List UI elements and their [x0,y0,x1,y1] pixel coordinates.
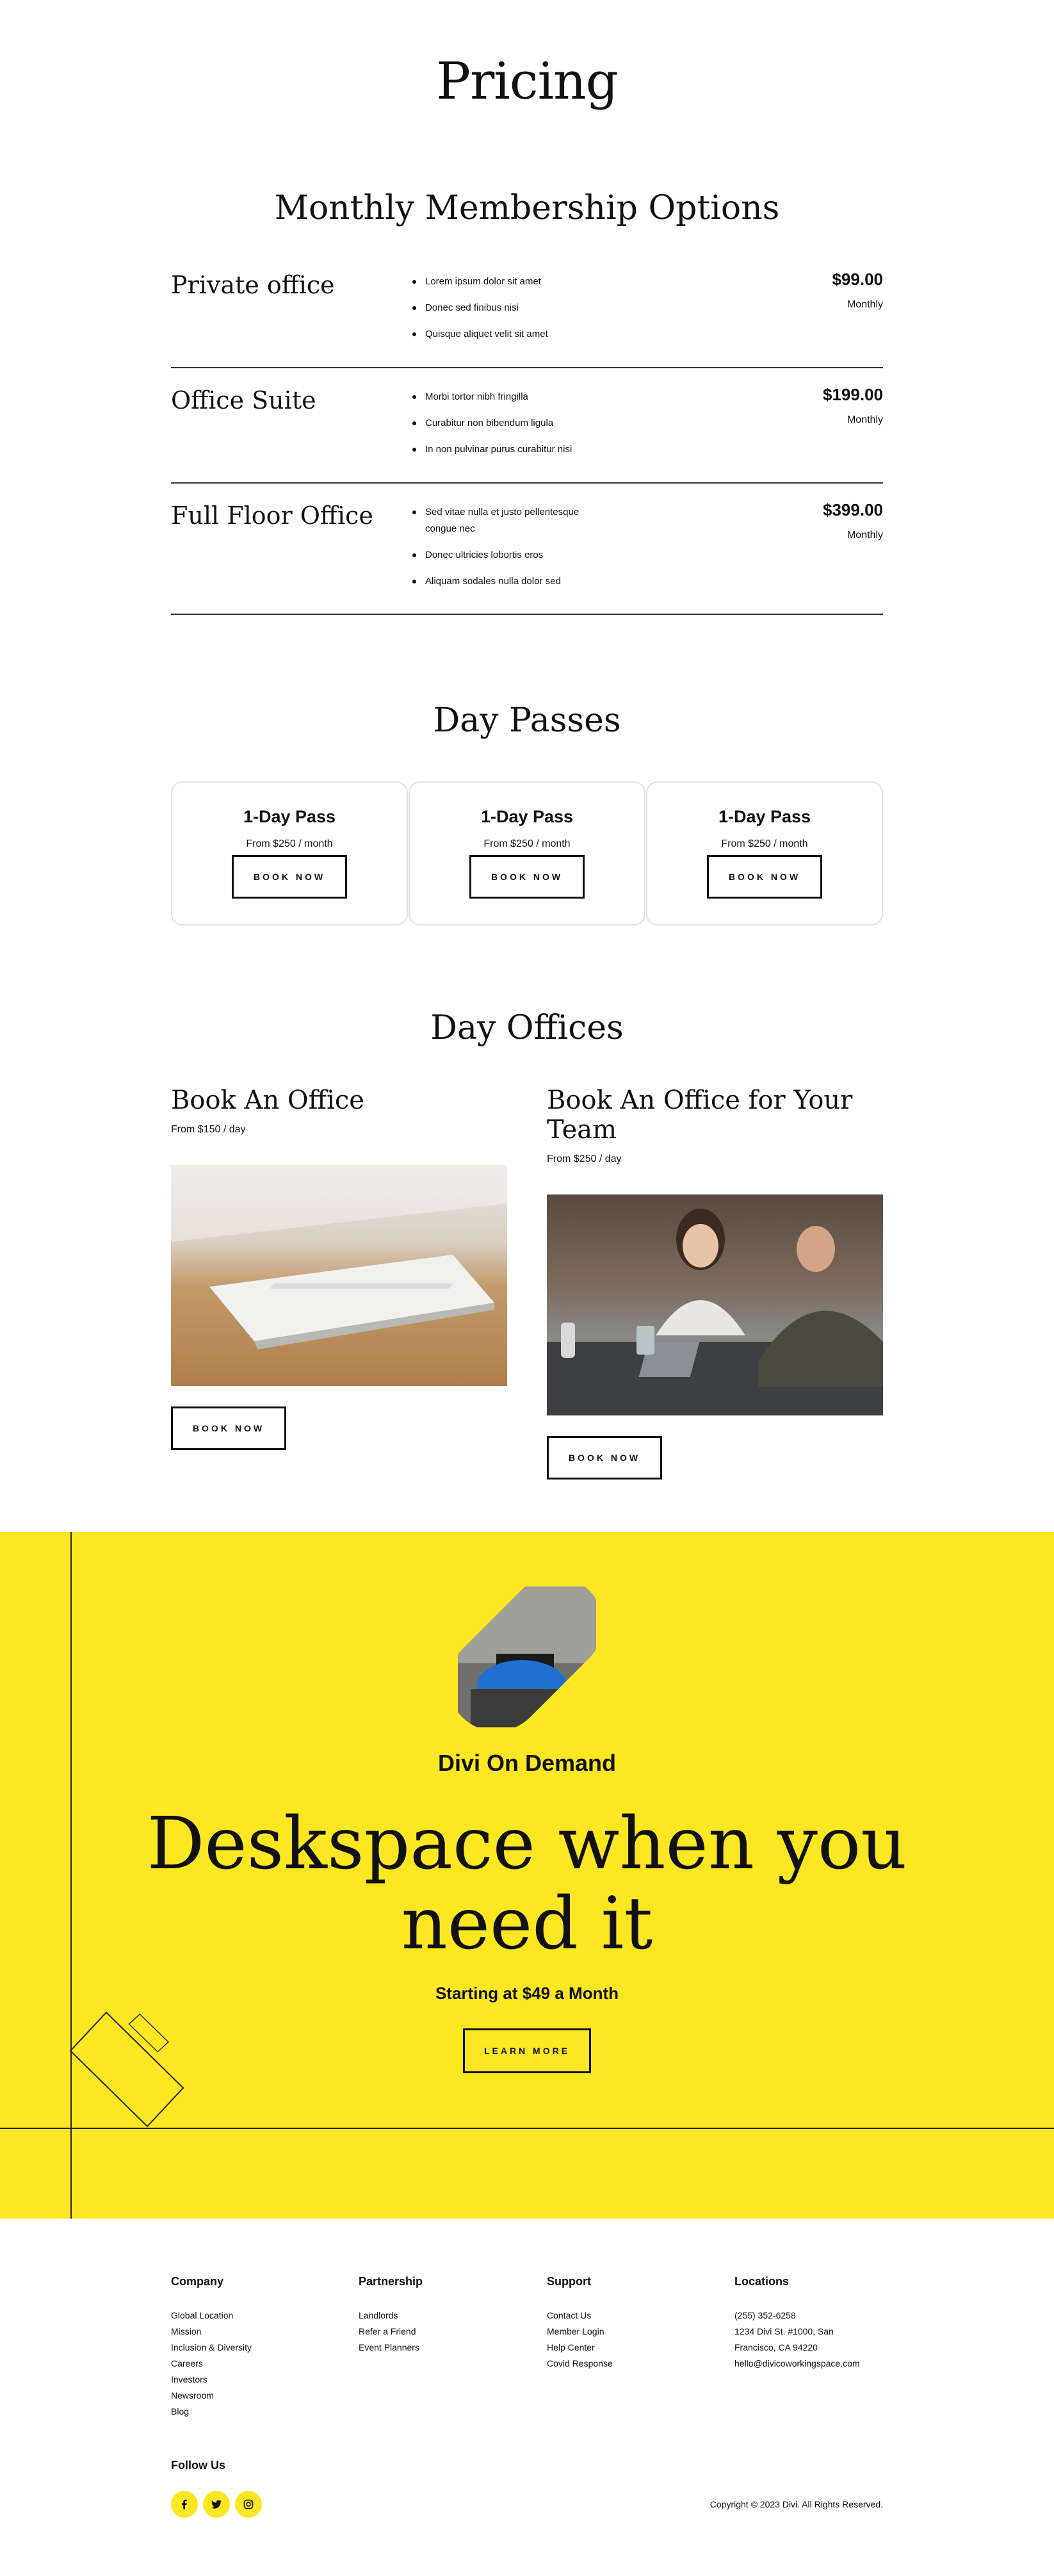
footer-heading: Locations [734,2275,790,2288]
office-price: From $250 / day [547,1153,622,1164]
plan-feature: Lorem ipsum dolor sit amet [411,273,603,290]
book-now-button[interactable]: BOOK NOW [469,855,585,899]
pass-card: 1-Day Pass From $250 / month BOOK NOW [409,781,645,925]
pass-card: 1-Day Pass From $250 / month BOOK NOW [171,781,408,925]
hero-subtitle: Divi On Demand [437,1750,617,1776]
day-passes: 1-Day Pass From $250 / month BOOK NOW 1-… [171,781,883,925]
membership-row: Full Floor Office Sed vitae nulla et jus… [171,484,883,615]
footer: Company Global Location Mission Inclusio… [0,2219,1054,2576]
team-meeting-photo [547,1194,883,1415]
book-now-button[interactable]: BOOK NOW [232,855,347,899]
book-now-button[interactable]: BOOK NOW [547,1436,662,1480]
book-now-button[interactable]: BOOK NOW [171,1406,286,1450]
pass-name: 1-Day Pass [480,807,574,826]
footer-link[interactable]: Inclusion & Diversity [171,2340,337,2356]
plan-period: Monthly [847,414,883,425]
footer-heading: Company [171,2275,224,2288]
plan-feature: In non pulvinar purus curabitur nisi [411,441,603,458]
address-line: Francisco, CA 94220 [734,2342,818,2352]
instagram-icon[interactable] [235,2491,262,2518]
footer-link[interactable]: Mission [171,2324,337,2340]
hero-title: Deskspace when you need it [0,1804,1054,1964]
plan-feature: Morbi tortor nibh fringilla [411,389,603,405]
luggage-outline-icon [69,2011,184,2128]
pass-price: From $250 / month [483,838,571,849]
plan-features: Lorem ipsum dolor sit amet Donec sed fin… [411,273,603,352]
hero-title-line: Deskspace when you [147,1802,907,1886]
pass-price: From $250 / month [246,838,333,849]
plan-feature: Quisque aliquet velit sit amet [411,326,603,343]
footer-link[interactable]: Landlords [359,2308,525,2324]
footer-link[interactable]: Blog [171,2404,337,2420]
copyright-text: Copyright © 2023 Divi. All Rights Reserv… [709,2499,883,2509]
plan-period: Monthly [847,530,883,541]
plan-name: Private office [171,271,335,299]
address-line: 1234 Divi St. #1000, San [734,2326,834,2336]
pass-name: 1-Day Pass [718,807,811,826]
footer-column-company: Company Global Location Mission Inclusio… [171,2275,337,2420]
footer-column-partnership: Partnership Landlords Refer a Friend Eve… [359,2275,525,2356]
twitter-icon[interactable] [203,2491,230,2518]
office-name: Book An Office for Your Team [547,1086,853,1145]
footer-link[interactable]: Newsroom [171,2388,337,2404]
plan-feature: Sed vitae nulla et justo pellentesque co… [411,504,603,537]
plan-price: $199.00 [823,385,883,404]
facebook-icon[interactable] [171,2491,198,2518]
office-card: Book An Office From $150 / day BOOK NOW [171,1086,507,1480]
page-title: Pricing [436,51,619,111]
footer-link[interactable]: Refer a Friend [359,2324,525,2340]
plan-period: Monthly [847,299,883,310]
membership-row: Office Suite Morbi tortor nibh fringilla… [171,368,883,484]
footer-column-support: Support Contact Us Member Login Help Cen… [547,2275,713,2372]
day-offices-title: Day Offices [430,1009,624,1047]
day-passes-title: Day Passes [433,701,621,740]
email-link[interactable]: hello@divicoworkingspace.com [734,2356,901,2372]
membership-title: Monthly Membership Options [274,189,780,227]
on-demand-hero: Divi On Demand Deskspace when you need i… [0,1532,1054,2219]
phone-link[interactable]: (255) 352-6258 [734,2308,901,2324]
keyboard-photo [171,1165,507,1386]
plan-feature: Aliquam sodales nulla dolor sed [411,573,603,590]
office-pill-photo [458,1586,596,1727]
plan-price: $99.00 [832,270,883,289]
footer-link[interactable]: Global Location [171,2308,337,2324]
footer-heading: Partnership [359,2275,423,2288]
office-card: Book An Office for Your Team From $250 /… [547,1086,883,1480]
plan-name: Full Floor Office [171,501,373,530]
learn-more-button[interactable]: LEARN MORE [463,2028,591,2073]
footer-link[interactable]: Event Planners [359,2340,525,2356]
pass-card: 1-Day Pass From $250 / month BOOK NOW [646,781,883,925]
footer-link[interactable]: Covid Response [547,2356,713,2372]
follow-label: Follow Us [171,2459,225,2472]
footer-link[interactable]: Contact Us [547,2308,713,2324]
membership-list: Private office Lorem ipsum dolor sit ame… [171,253,883,615]
footer-link[interactable]: Member Login [547,2324,713,2340]
office-price: From $150 / day [171,1124,246,1135]
plan-features: Sed vitae nulla et justo pellentesque co… [411,504,603,599]
hero-title-line: need it [401,1882,653,1966]
hero-price: Starting at $49 a Month [435,1984,619,2003]
footer-link[interactable]: Investors [171,2372,337,2388]
footer-link[interactable]: Help Center [547,2340,713,2356]
book-now-button[interactable]: BOOK NOW [707,855,822,899]
plan-price: $399.00 [823,500,883,519]
plan-feature: Donec sed finibus nisi [411,300,603,316]
day-offices: Book An Office From $150 / day BOOK NOW … [171,1086,883,1480]
footer-column-locations: Locations (255) 352-6258 1234 Divi St. #… [734,2275,901,2372]
footer-heading: Support [547,2275,591,2288]
plan-feature: Curabitur non bibendum ligula [411,415,603,432]
plan-features: Morbi tortor nibh fringilla Curabitur no… [411,389,603,468]
pass-name: 1-Day Pass [243,807,336,826]
pass-price: From $250 / month [721,838,808,849]
plan-name: Office Suite [171,386,316,414]
office-name: Book An Office [171,1086,364,1115]
membership-row: Private office Lorem ipsum dolor sit ame… [171,253,883,368]
plan-feature: Donec ultricies lobortis eros [411,547,603,564]
social-links [171,2491,262,2518]
footer-link[interactable]: Careers [171,2356,337,2372]
